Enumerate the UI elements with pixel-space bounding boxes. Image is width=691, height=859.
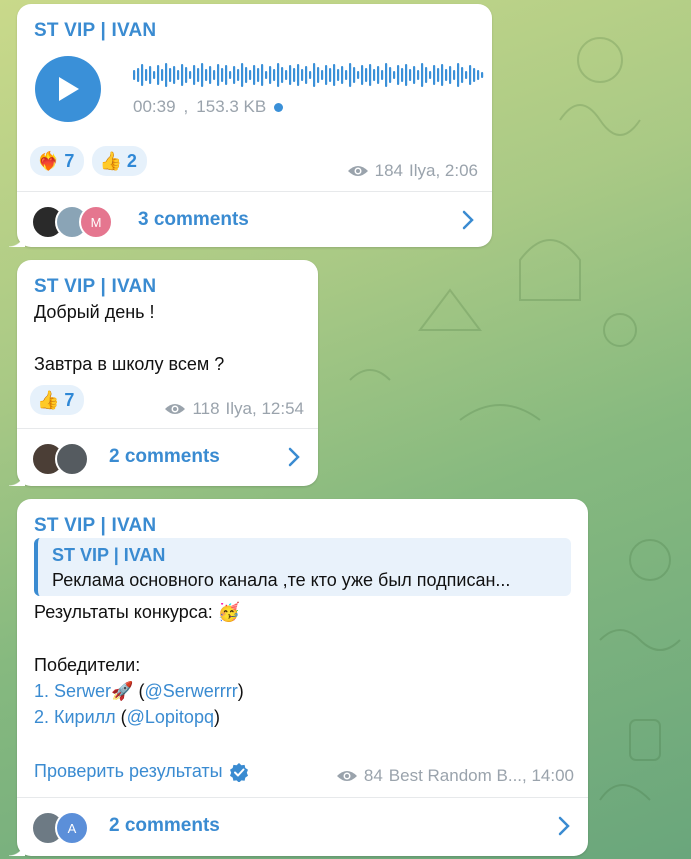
play-button[interactable] [35,56,101,122]
winner-name: 2. Кирилл [34,707,116,727]
comments-row[interactable]: A 2 comments [17,799,588,853]
audio-duration: 00:39 [133,97,176,116]
winner-name: 1. Serwer [34,681,112,701]
comments-row[interactable]: 2 comments [17,430,318,484]
divider [17,428,318,429]
comments-row[interactable]: M 3 comments [17,193,492,247]
avatar: M [79,205,113,239]
reaction-thumbs-up[interactable]: 👍 7 [30,385,85,415]
message-bubble-audio[interactable]: ST VIP | IVAN [9,4,493,247]
check-results-label: Проверить результаты [34,761,223,781]
avatar [55,442,89,476]
commenter-avatars: A [31,811,89,845]
waveform[interactable] [133,60,493,90]
results-line: Результаты конкурса: 🥳 [34,602,240,623]
author-time: Best Random B..., 14:00 [388,766,574,785]
reactions: ❤️‍🔥 7 👍 2 [30,146,147,176]
verified-badge-icon [229,762,248,782]
avatar: A [55,811,89,845]
unplayed-dot [274,102,284,112]
reaction-heart-fire[interactable]: ❤️‍🔥 7 [30,146,85,176]
reaction-count: 2 [126,150,137,171]
thumbs-up-icon: 👍 [37,389,60,410]
winner-item: 1. Serwer🚀 (@Serwerrrr) [34,681,244,701]
sender-name[interactable]: ST VIP | IVAN [34,276,156,298]
eye-icon [165,404,186,414]
view-count: 118 [192,399,220,418]
eye-icon [347,166,368,176]
check-results-button[interactable]: Проверить результаты [34,761,249,782]
party-face-icon: 🥳 [217,602,241,622]
reply-text: Реклама основного канала ,те кто уже был… [52,570,511,590]
winner-item: 2. Кирилл (@Lopitopq) [34,707,220,727]
message-meta: 84 Best Random B..., 14:00 [336,766,574,786]
reply-title: ST VIP | IVAN [52,545,166,565]
author-time: Ilya, 12:54 [225,399,304,418]
chevron-right-icon [558,816,570,836]
author-time: Ilya, 2:06 [409,161,478,180]
rocket-icon: 🚀 [111,681,134,701]
thumbs-up-icon: 👍 [99,150,122,171]
divider [17,797,588,798]
audio-size: 153.3 KB [196,97,267,116]
commenter-avatars: M [31,205,113,239]
comments-link[interactable]: 2 comments [109,815,220,837]
audio-info: 00:39, 153.3 KB [133,97,284,117]
results-label: Результаты конкурса: [34,602,213,622]
chevron-right-icon [288,447,300,467]
eye-icon [336,771,357,781]
play-icon [59,77,79,101]
reaction-thumbs-up[interactable]: 👍 2 [92,146,147,176]
divider [17,191,492,192]
message-line: Завтра в школу всем ? [34,354,225,374]
sender-name[interactable]: ST VIP | IVAN [34,515,156,537]
message-meta: 184 Ilya, 2:06 [347,161,478,181]
reaction-count: 7 [64,150,75,171]
reply-quote[interactable]: ST VIP | IVAN Реклама основного канала ,… [34,538,571,596]
comments-link[interactable]: 2 comments [109,446,220,468]
sender-name[interactable]: ST VIP | IVAN [34,20,156,42]
message-bubble-results[interactable]: ST VIP | IVAN ST VIP | IVAN Реклама осно… [9,499,588,856]
reactions: 👍 7 [30,385,85,415]
comments-link[interactable]: 3 comments [138,209,249,231]
commenter-avatars [31,442,89,476]
chevron-right-icon [462,210,474,230]
message-bubble-text[interactable]: ST VIP | IVAN Добрый день ! Завтра в шко… [9,260,318,486]
reaction-count: 7 [64,389,75,410]
heart-fire-icon: ❤️‍🔥 [37,150,60,171]
view-count: 84 [363,766,383,785]
message-meta: 118 Ilya, 12:54 [164,399,304,419]
view-count: 184 [374,161,403,180]
winner-handle-link[interactable]: @Lopitopq [127,707,214,727]
winner-handle-link[interactable]: @Serwerrrr [144,681,237,701]
winners-label: Победители: [34,655,141,675]
message-line: Добрый день ! [34,302,155,322]
